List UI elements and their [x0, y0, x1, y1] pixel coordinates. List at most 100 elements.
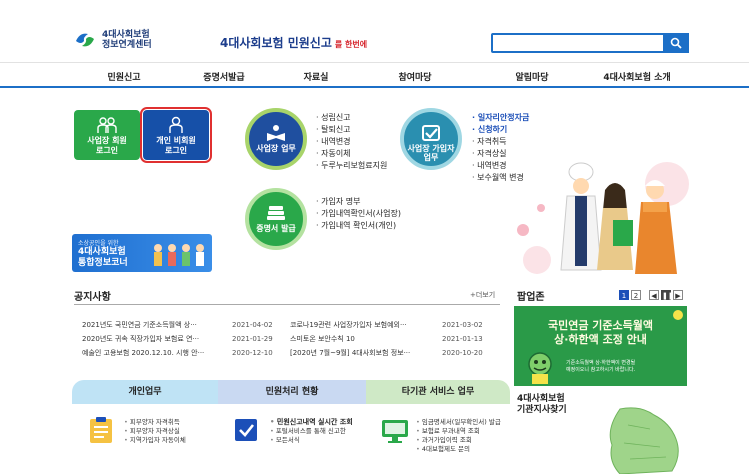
korea-map-icon [609, 407, 679, 474]
monitor-icon [382, 420, 408, 443]
popup-banner-line1: 국민연금 기준소득월액 [547, 319, 654, 332]
search-button[interactable] [663, 33, 689, 53]
link-subscription-cert-individual[interactable]: 가입내역 확인서(개인) [316, 220, 401, 232]
main-nav: 민원신고 증명서발급 자료실 참여마당 알림마당 4대사회보험 소개 [0, 62, 749, 88]
link-regional-auto-transfer[interactable]: 지역가입자 자동이체 [124, 436, 186, 445]
certificate-links: 가입자 명부 가입내역확인서(사업장) 가입내역 확인서(개인) [316, 196, 401, 232]
branch-finder-line1: 4대사회보험 [517, 394, 565, 404]
notice-item-title[interactable]: 코로나19관련 사업장가입자 보험예외··· [290, 318, 442, 332]
link-realtime-complaint-lookup[interactable]: 민원신고내역 실시간 조회 [270, 418, 353, 427]
link-change-details[interactable]: 내역변경 [316, 136, 387, 148]
nav-complaint[interactable]: 민원신고 [107, 70, 140, 83]
link-auto-transfer[interactable]: 자동이체 [316, 148, 387, 160]
tab-personal-work[interactable]: 개인업무 [72, 380, 218, 404]
notice-divider [74, 304, 500, 305]
slogan-suffix: 를 한번에 [334, 40, 368, 49]
building-people-icon [97, 117, 117, 133]
link-premium-levy-lookup[interactable]: 보험료 부과내역 조회 [416, 427, 501, 436]
link-durunuri-support[interactable]: 두루누리보험료지원 [316, 160, 387, 172]
popup-prev-button[interactable]: ◀ [649, 290, 659, 300]
business-member-login-button[interactable]: 사업장 회원 로그인 [74, 110, 140, 160]
link-dependent-lose[interactable]: 피부양자 자격상실 [124, 427, 186, 436]
pause-icon: ❚❚ [662, 292, 674, 300]
complaint-desc-line2: 모든서식 [270, 436, 353, 445]
link-subscription-cert-business[interactable]: 가입내역확인서(사업장) [316, 208, 401, 220]
subscriber-work-line1: 사업장 가입자 [407, 144, 455, 153]
business-work-links: 성립신고 탈퇴신고 내역변경 자동이체 두루누리보험료지원 [316, 112, 387, 172]
link-job-stabilization-fund[interactable]: 일자리안정자금 [472, 112, 530, 124]
clipboard-icon [90, 417, 112, 443]
search-box [491, 33, 689, 53]
nav-about[interactable]: 4대사회보험 소개 [603, 70, 670, 83]
person-icon [169, 116, 183, 133]
business-login-line2: 로그인 [95, 146, 119, 155]
notice-item-title[interactable]: [2020년 7월~9월] 4대사회보험 정보··· [290, 346, 442, 360]
people-illustration-icon [154, 244, 204, 266]
notice-item-date: 2020-10-20 [442, 349, 483, 357]
subscriber-work-line2: 업무 [423, 153, 439, 162]
link-wage-statement-issue[interactable]: 임금명세서(일부확인서) 발급 [416, 418, 501, 427]
link-apply[interactable]: 신청하기 [472, 124, 529, 136]
document-stack-icon [267, 206, 285, 220]
notice-item-title[interactable]: 스미토온 보안수칙 10 [290, 332, 442, 346]
certificate-issue-circle[interactable]: 증명서 발급 [245, 188, 307, 250]
site-logo[interactable]: 4대사회보험 정보연계센터 [74, 30, 152, 50]
individual-login-line1: 개인 비회원 [156, 136, 196, 145]
notice-item-date: 2020-12-10 [232, 349, 273, 357]
notice-table: 2021년도 국민연금 기준소득월액 상··· 2021-04-02 코로나19… [82, 318, 500, 360]
popup-page-2-button[interactable]: 2 [631, 290, 641, 300]
link-withdrawal-report[interactable]: 탈퇴신고 [316, 124, 387, 136]
certificate-issue-label: 증명서 발급 [256, 224, 296, 233]
nav-participation[interactable]: 참여마당 [398, 70, 431, 83]
popup-page-1-button[interactable]: 1 [619, 290, 629, 300]
tab-other-agency-service[interactable]: 타기관 서비스 업무 [366, 380, 510, 404]
notice-item-date: 2021-04-02 [232, 321, 273, 329]
chevron-left-icon: ◀ [651, 292, 657, 300]
individual-guest-login-button[interactable]: 개인 비회원 로그인 [140, 107, 212, 163]
branch-finder-link[interactable]: 4대사회보험 기관지사찾기 [517, 394, 567, 416]
nav-notice[interactable]: 알림마당 [515, 70, 548, 83]
small-business-portal-banner[interactable]: 소상공인을 위한 4대사회보험 통합정보코너 [72, 234, 212, 272]
popup-pause-button[interactable]: ❚❚ [661, 290, 674, 300]
individual-login-line2: 로그인 [164, 146, 188, 155]
popup-next-button[interactable]: ▶ [673, 290, 683, 300]
notice-item-date: 2021-01-13 [442, 335, 483, 343]
personal-work-section: 피부양자 자격취득 피부양자 자격상실 지역가입자 자동이체 [72, 404, 218, 474]
logo-text: 4대사회보험 정보연계센터 [102, 30, 152, 50]
logo-line1: 4대사회보험 [102, 30, 150, 40]
link-dependent-acquire[interactable]: 피부양자 자격취득 [124, 418, 186, 427]
logo-mark-icon [76, 33, 94, 47]
business-work-circle[interactable]: 사업장 업무 [245, 108, 307, 170]
notice-item-title[interactable]: 2020년도 귀속 직장가입자 보험료 연··· [82, 332, 232, 346]
search-icon [670, 37, 682, 49]
tab-complaint-status[interactable]: 민원처리 현황 [218, 380, 366, 404]
header: 4대사회보험 정보연계센터 4대사회보험 민원신고 를 한번에 [0, 0, 749, 62]
notice-row: 2020년도 귀속 직장가입자 보험료 연··· 2021-01-29 스미토온… [82, 332, 500, 346]
popup-banner[interactable]: 국민연금 기준소득월액 상·하한액 조정 안내 기준소득월액 상·하한액이 변경… [514, 306, 687, 386]
nav-resources[interactable]: 자료실 [304, 70, 329, 83]
complaint-status-section: 민원신고내역 실시간 조회 포털서비스를 통해 신고한 모든서식 [218, 404, 366, 474]
link-subscriber-roster[interactable]: 가입자 명부 [316, 196, 401, 208]
slogan-main: 4대사회보험 민원신고 [220, 36, 332, 50]
notice-item-title[interactable]: 2021년도 국민연금 기준소득월액 상··· [82, 318, 232, 332]
branch-finder-line2: 기관지사찾기 [517, 405, 567, 415]
link-acquire-qualification[interactable]: 자격취득 [472, 136, 529, 148]
complaint-desc-line1: 포털서비스를 통해 신고한 [270, 427, 353, 436]
chevron-right-icon: ▶ [675, 292, 681, 300]
notice-more-link[interactable]: +더보기 [470, 290, 495, 300]
checkbox-icon [422, 125, 440, 141]
link-establishment-report[interactable]: 성립신고 [316, 112, 387, 124]
link-past-subscription-lookup[interactable]: 과거가입이력 조회 [416, 436, 501, 445]
popup-pagination: 1 2 ◀ ❚❚ ▶ [619, 290, 683, 300]
link-insurance-inquiry[interactable]: 4대보험제도 문의 [416, 445, 501, 454]
notice-row: 예술인 고용보험 2020.12.10. 시행 안··· 2020-12-10 … [82, 346, 500, 360]
nav-certificate[interactable]: 증명서발급 [203, 70, 244, 83]
popup-banner-sub2: 예정이오니 참고하시기 바랍니다. [566, 367, 636, 373]
search-input[interactable] [493, 35, 663, 51]
other-agency-section: 임금명세서(일부확인서) 발급 보험료 부과내역 조회 과거가입이력 조회 4대… [366, 404, 510, 474]
book-reader-icon [267, 125, 285, 141]
notice-item-title[interactable]: 예술인 고용보험 2020.12.10. 시행 안··· [82, 346, 232, 360]
subscriber-work-circle[interactable]: 사업장 가입자 업무 [400, 108, 462, 170]
check-document-icon [235, 419, 257, 441]
mascot-icon [528, 352, 552, 384]
